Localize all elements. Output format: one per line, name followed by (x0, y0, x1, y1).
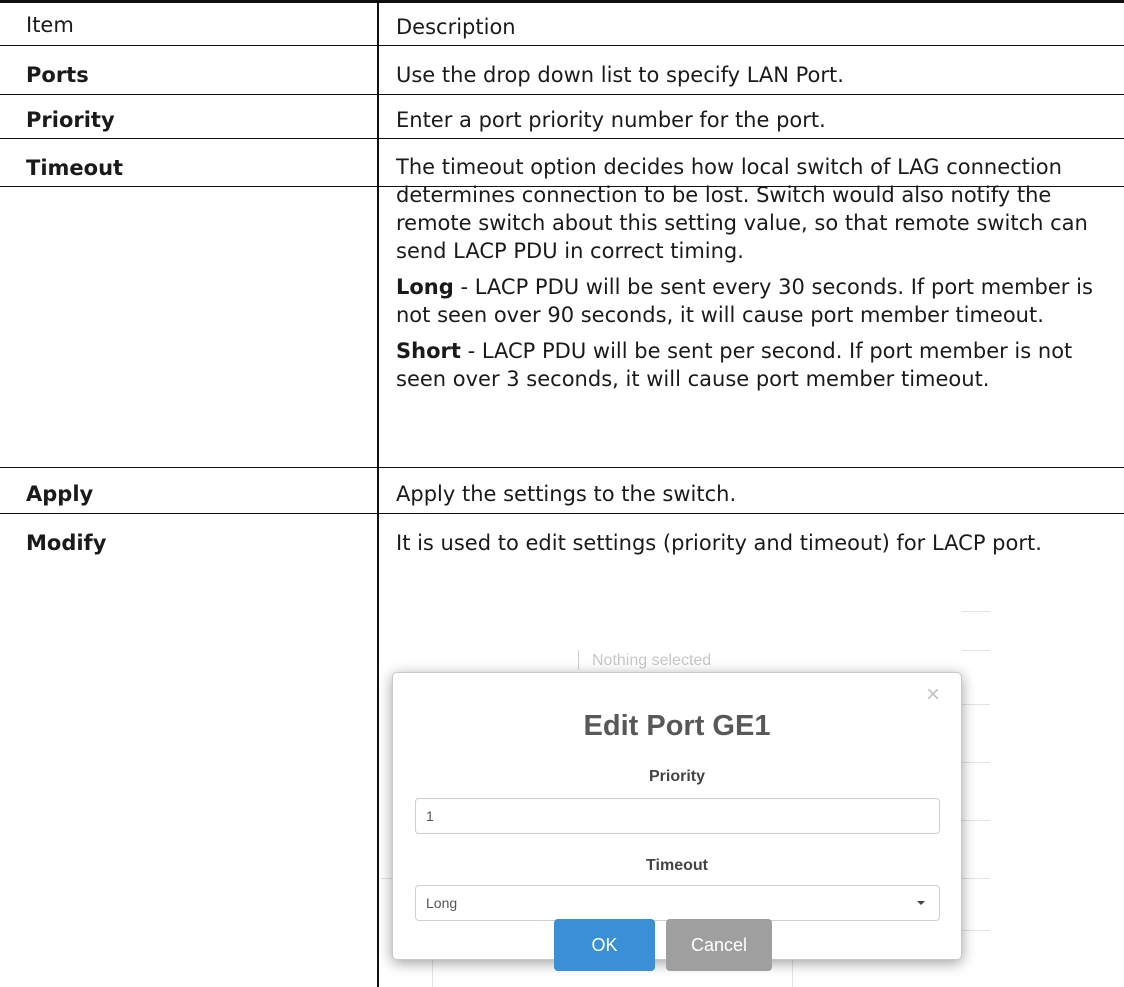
dialog-title: Edit Port GE1 (583, 710, 771, 742)
background-hint: Nothing selected (592, 652, 712, 669)
header-description: Description (396, 15, 516, 39)
timeout-long-text: - LACP PDU will be sent every 30 seconds… (396, 275, 1093, 327)
edit-port-dialog: × Edit Port GE1 Priority 1 Timeout Long … (392, 672, 962, 971)
background-gridline (962, 650, 990, 651)
table-row-divider (0, 467, 1124, 468)
background-gridline (962, 878, 990, 879)
row-description-apply: Apply the settings to the switch. (396, 482, 737, 506)
row-description-modify: It is used to edit settings (priority an… (396, 531, 1042, 555)
table-row-divider (0, 45, 1124, 46)
background-gridline (962, 704, 990, 705)
priority-input[interactable]: 1 (415, 798, 940, 834)
row-item-modify: Modify (26, 531, 107, 555)
timeout-select[interactable]: Long (415, 885, 940, 921)
row-item-timeout: Timeout (26, 156, 124, 180)
table-top-rule (0, 0, 1124, 3)
table-row-divider (0, 138, 1124, 139)
priority-value: 1 (426, 808, 434, 824)
row-item-ports: Ports (26, 63, 89, 87)
close-icon[interactable]: × (923, 683, 943, 707)
caret-down-icon (917, 901, 925, 905)
timeout-selected-value: Long (426, 895, 458, 911)
row-item-apply: Apply (26, 482, 94, 506)
timeout-short-term: Short (396, 339, 461, 363)
row-description-ports: Use the drop down list to specify LAN Po… (396, 63, 844, 87)
header-item: Item (26, 13, 74, 37)
row-description-timeout: The timeout option decides how local swi… (396, 153, 1116, 393)
background-gridline (962, 762, 990, 763)
background-divider (578, 650, 579, 670)
document-page: Item Description Ports Use the drop down… (0, 0, 1124, 987)
cancel-button[interactable]: Cancel (666, 919, 772, 971)
table-column-divider (377, 0, 379, 987)
table-row-divider (0, 513, 1124, 514)
timeout-short-text: - LACP PDU will be sent per second. If p… (396, 339, 1073, 391)
timeout-label: Timeout (646, 857, 708, 874)
ok-button[interactable]: OK (554, 919, 655, 971)
table-row-divider (0, 94, 1124, 95)
row-description-priority: Enter a port priority number for the por… (396, 108, 826, 132)
timeout-long-term: Long (396, 275, 454, 299)
timeout-long-note: Long - LACP PDU will be sent every 30 se… (396, 273, 1116, 329)
background-gridline (962, 820, 990, 821)
priority-label: Priority (648, 768, 705, 785)
background-gridline (962, 611, 990, 612)
timeout-short-note: Short - LACP PDU will be sent per second… (396, 337, 1116, 393)
timeout-intro: The timeout option decides how local swi… (396, 155, 1088, 263)
row-item-priority: Priority (26, 108, 115, 132)
background-gridline (962, 930, 990, 931)
